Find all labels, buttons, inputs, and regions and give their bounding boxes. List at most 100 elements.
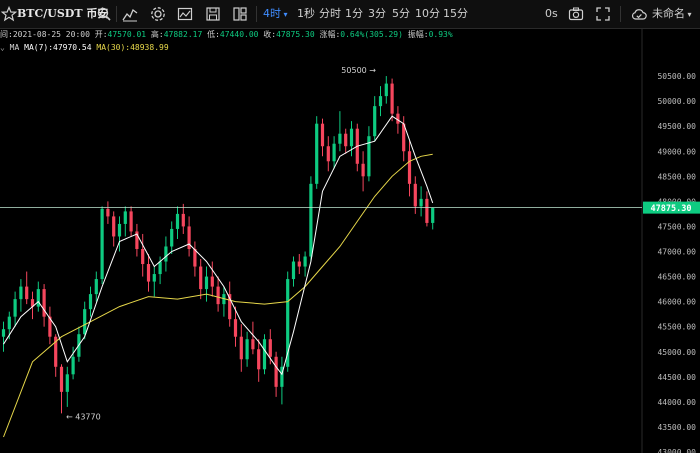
candle-body xyxy=(59,366,64,392)
ma7-label: MA(7): xyxy=(24,43,54,52)
candle-body xyxy=(233,319,238,337)
candle-body xyxy=(239,336,243,360)
price-tick-label: 49000.00 xyxy=(657,147,696,156)
candle-body xyxy=(216,286,220,305)
candle-body xyxy=(83,309,87,335)
candle-body xyxy=(332,143,336,162)
price-tick-label: 50000.00 xyxy=(657,97,696,106)
candle-body xyxy=(7,316,11,330)
ma7-value: 47970.54 xyxy=(53,43,92,52)
open-value: 47570.01 xyxy=(107,30,147,39)
interval-option[interactable]: 10分 xyxy=(415,0,440,28)
ma-collapse-chevron-icon[interactable]: ⌄ xyxy=(0,43,5,52)
candle-body xyxy=(326,146,330,162)
change-value: 0.64%(305.29) xyxy=(340,30,403,39)
candle-body xyxy=(164,246,168,262)
interval-selected-label: 4时 xyxy=(263,7,281,20)
candle-body xyxy=(158,261,162,275)
candle-body xyxy=(320,123,325,147)
candle-body xyxy=(129,211,133,232)
interval-option[interactable]: 3分 xyxy=(368,0,386,28)
candle-body xyxy=(373,106,377,137)
candle-body xyxy=(204,276,209,290)
candle-body xyxy=(309,183,313,257)
candle-body xyxy=(25,286,29,300)
price-tick-label: 49500.00 xyxy=(657,122,696,131)
candle-body xyxy=(390,83,394,114)
chart-type-icon[interactable] xyxy=(122,6,138,22)
template-icon[interactable] xyxy=(177,6,193,22)
ohlc-info-bar: 间:2021-08-25 20:00 开:47570.01 高:47882.17… xyxy=(0,29,453,41)
star-icon[interactable] xyxy=(1,6,17,22)
price-tick-label: 47500.00 xyxy=(657,222,696,231)
cloud-check-icon[interactable] xyxy=(631,6,647,22)
price-tick-label: 46500.00 xyxy=(657,273,696,282)
current-price-label: 47875.30 xyxy=(651,204,692,214)
candle-body xyxy=(146,264,151,282)
chevron-down-icon: ▾ xyxy=(281,10,288,19)
price-tick-label: 48500.00 xyxy=(657,172,696,181)
time-label: 间: xyxy=(0,30,13,39)
price-tick-label: 43000.00 xyxy=(657,448,696,453)
interval-selector[interactable]: 4时 ▾ xyxy=(263,0,288,28)
candle-body xyxy=(349,128,354,147)
low-value: 47440.00 xyxy=(219,30,259,39)
ma30-value: 48938.99 xyxy=(130,43,169,52)
high-value: 47882.17 xyxy=(163,30,203,39)
close-value: 47875.30 xyxy=(276,30,315,39)
candle-body xyxy=(112,216,116,237)
ma30-label: MA(30): xyxy=(96,43,131,52)
ma-name[interactable]: MA xyxy=(10,43,20,52)
candle-body xyxy=(361,163,365,177)
candle-body xyxy=(262,339,267,370)
price-tick-label: 47000.00 xyxy=(657,248,696,257)
open-label: 开: xyxy=(94,30,108,39)
candle-body xyxy=(141,248,145,265)
price-tick-label: 44000.00 xyxy=(657,398,696,407)
time-value: 2021-08-25 20:00 xyxy=(12,30,90,39)
price-tick-label: 50500.00 xyxy=(657,72,696,81)
close-label: 收: xyxy=(263,30,277,39)
interval-option[interactable]: 15分 xyxy=(443,0,468,28)
layout-icon[interactable] xyxy=(232,6,248,22)
camera-icon[interactable] xyxy=(568,6,584,22)
indicator-icon[interactable] xyxy=(150,6,166,22)
candle-body xyxy=(152,274,156,282)
candle-body xyxy=(425,198,429,223)
candle-body xyxy=(117,223,122,237)
save-icon[interactable] xyxy=(205,6,221,22)
low-price-annotation: ← 43770 xyxy=(66,412,101,421)
candle-body xyxy=(88,294,93,310)
fullscreen-icon[interactable] xyxy=(595,6,611,22)
candle-body xyxy=(251,339,255,350)
candle-body xyxy=(199,266,203,290)
candle-body xyxy=(338,133,342,144)
candle-body xyxy=(303,256,307,267)
interval-option[interactable]: 分时 xyxy=(319,0,341,28)
price-chart[interactable]: 43000.00 43500.00 44000.00 44500.00 45000.00… xyxy=(0,29,700,453)
candle-body xyxy=(123,211,127,224)
candle-body xyxy=(170,228,174,247)
candle-body xyxy=(65,374,69,392)
price-tick-label: 44500.00 xyxy=(657,373,696,382)
interval-option[interactable]: 5分 xyxy=(392,0,410,28)
symbol-title[interactable]: BTC/USDT 币安 xyxy=(17,0,108,28)
candle-body xyxy=(419,198,423,207)
candle-body xyxy=(181,213,185,227)
interval-option[interactable]: 1秒 xyxy=(297,0,315,28)
candle-body xyxy=(19,286,23,300)
seconds-countdown: 0s xyxy=(545,7,558,20)
candle-body xyxy=(344,133,348,147)
candle-body xyxy=(257,349,261,370)
candle-body xyxy=(291,261,296,280)
candle-body xyxy=(42,289,46,317)
interval-option[interactable]: 1分 xyxy=(345,0,363,28)
candle-body xyxy=(378,96,383,107)
price-tick-label: 45000.00 xyxy=(657,348,696,357)
candle-body xyxy=(245,339,249,360)
search-icon[interactable] xyxy=(96,6,112,22)
layout-name-label: 未命名 xyxy=(652,7,685,20)
change-label: 涨幅: xyxy=(319,30,341,39)
candle-body xyxy=(407,151,412,184)
layout-name-dropdown[interactable]: 未命名 ▾ xyxy=(652,0,692,28)
